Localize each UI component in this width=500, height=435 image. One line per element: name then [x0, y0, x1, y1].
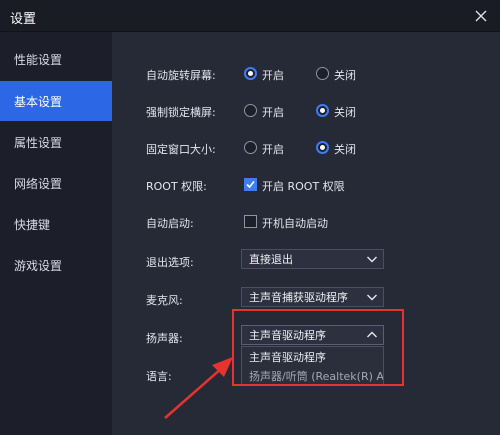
annotation-arrow-icon — [164, 357, 233, 419]
